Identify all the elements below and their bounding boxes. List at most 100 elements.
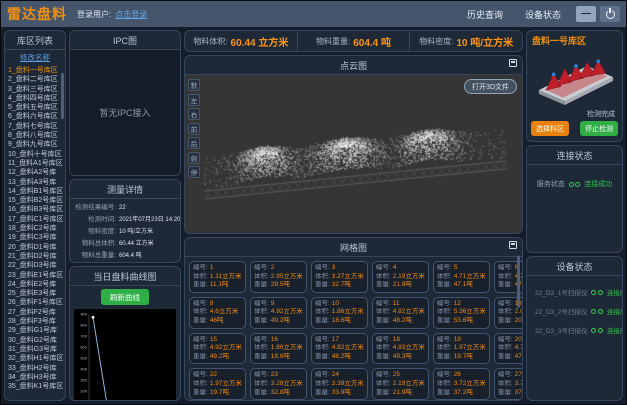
sidebar-item-area[interactable]: 23_盘料E1号库区	[8, 271, 63, 280]
cell-weight-line: 重量:48.2吨	[315, 353, 364, 362]
sidebar-item-area[interactable]: 7_盘料七号库区	[8, 122, 63, 131]
cell-volume-label: 体积:	[498, 273, 513, 280]
cell-volume-label: 体积:	[498, 344, 513, 351]
svg-text:200: 200	[80, 389, 87, 394]
nav-device-status[interactable]: 设备状态	[525, 8, 561, 21]
cell-weight-value: 37.2吨	[515, 389, 522, 396]
cell-volume-line: 体积:4.71立方米	[498, 344, 522, 353]
sidebar-scrollbar[interactable]	[61, 73, 64, 119]
detail-row: 物料总体积: 60.44 立方米	[72, 238, 178, 250]
select-area-button[interactable]: 选择料区	[531, 121, 569, 136]
sidebar-item-area[interactable]: 16_盘料B3号库区	[8, 205, 63, 214]
sidebar-item-area[interactable]: 30_盘料G2号库	[8, 336, 63, 345]
sidebar-item-area[interactable]: 20_盘料D1号库	[8, 243, 63, 252]
right-column: 盘料一号库区	[526, 30, 623, 401]
cell-volume-value: 2.95立方米	[271, 273, 303, 280]
cell-id-value: 18	[393, 336, 400, 343]
sidebar-item-area[interactable]: 6_盘料六号库区	[8, 112, 63, 121]
camera-control-button[interactable]: 后	[188, 137, 200, 149]
cell-volume-label: 体积:	[376, 344, 391, 351]
sidebar-item-area[interactable]: 14_盘料B1号库区	[8, 187, 63, 196]
daily-curve-chart: 01002003004005006007008009002021年07月23日 …	[74, 309, 176, 401]
camera-control-button[interactable]: 前	[188, 123, 200, 135]
sidebar-item-area[interactable]: 28_盘料F3号库	[8, 317, 63, 326]
refresh-curve-button[interactable]: 刷新曲线	[101, 289, 149, 305]
cell-weight-label: 重量:	[376, 281, 391, 288]
sidebar-item-area[interactable]: 9_盘料九号库区	[8, 140, 63, 149]
sidebar-item-area[interactable]: 31_盘料G3号库	[8, 345, 63, 354]
sidebar-item-area[interactable]: 11_盘料A1号库区	[8, 159, 63, 168]
point-cloud-canvas[interactable]	[185, 75, 522, 233]
camera-control-button[interactable]: 俯	[188, 152, 200, 164]
selected-area-title: 盘料一号库区	[527, 31, 622, 48]
cell-volume-value: 4.92立方米	[271, 308, 303, 315]
sidebar-item-area[interactable]: 24_盘料E2号库	[8, 280, 63, 289]
expand-icon[interactable]	[509, 241, 517, 249]
sidebar-item-area[interactable]: 15_盘料B2号库区	[8, 196, 63, 205]
sidebar-item-area[interactable]: 26_盘料F1号库区	[8, 298, 63, 307]
sidebar-item-area[interactable]: 5_盘料五号库区	[8, 103, 63, 112]
stop-detect-button[interactable]: 停止检测	[580, 121, 618, 136]
cell-id-label: 编号:	[498, 300, 513, 307]
cell-id-line: 编号:4	[376, 264, 425, 273]
sidebar-item-area[interactable]: 17_盘料C1号库区	[8, 215, 63, 224]
warehouse-illustration	[532, 53, 618, 105]
sidebar-item-area[interactable]: 25_盘料E3号库	[8, 289, 63, 298]
sidebar-item-area[interactable]: 32_盘料H1号库区	[8, 354, 63, 363]
camera-control-button[interactable]: 右	[188, 108, 200, 120]
area-list-title: 库区列表	[5, 31, 65, 50]
cell-id-line: 编号:27	[498, 371, 522, 380]
sidebar-item-area[interactable]: 18_盘料C2号库	[8, 224, 63, 233]
sidebar-item-area[interactable]: 19_盘料C3号库	[8, 233, 63, 242]
device-status-value: 连接成功	[607, 287, 623, 297]
cell-volume-line: 体积:5.36立方米	[437, 308, 486, 317]
sidebar-item-area[interactable]: 33_盘料H2号库	[8, 364, 63, 373]
stat-label: 物料重量:	[316, 36, 350, 47]
measure-detail-body: 检测结果编号: 22 检测时间: 2021年07月23日 14:20:16 物料…	[70, 199, 180, 263]
sidebar-item-area[interactable]: 21_盘料D2号库	[8, 252, 63, 261]
login-link[interactable]: 点击登录	[115, 9, 147, 20]
camera-control-button[interactable]: 默	[188, 79, 200, 91]
cell-weight-line: 重量:49.2吨	[193, 353, 242, 362]
cell-id-value: 20	[515, 336, 522, 343]
open-3d-file-button[interactable]: 打开3D文件	[464, 79, 517, 94]
expand-icon[interactable]	[509, 59, 517, 67]
cell-weight-value: 19.7吨	[210, 389, 229, 396]
cell-weight-value: 11.1吨	[210, 281, 229, 288]
cell-id-line: 编号:24	[315, 371, 364, 380]
camera-control-button[interactable]: 停	[188, 166, 200, 178]
power-button[interactable]	[600, 6, 620, 22]
sidebar-item-area[interactable]: 8_盘料八号库区	[8, 131, 63, 140]
cell-weight-label: 重量:	[437, 281, 452, 288]
cell-weight-label: 重量:	[193, 281, 208, 288]
sidebar-item-area[interactable]: 10_盘料十号库区	[8, 150, 63, 159]
sidebar-item-area[interactable]: 1_盘料一号库区	[8, 66, 63, 75]
cell-weight-label: 重量:	[315, 389, 330, 396]
cell-weight-value: 33.9吨	[332, 389, 351, 396]
cell-weight-value: 21.9吨	[393, 281, 412, 288]
nav-history-query[interactable]: 历史查询	[467, 8, 503, 21]
cell-volume-label: 体积:	[193, 344, 208, 351]
sidebar-item-area[interactable]: 4_盘料四号库区	[8, 94, 63, 103]
cell-weight-label: 重量:	[376, 353, 391, 360]
camera-control-button[interactable]: 左	[188, 94, 200, 106]
cell-volume-line: 体积:1.97立方米	[437, 344, 486, 353]
svg-text:600: 600	[80, 345, 87, 350]
sidebar-item-area[interactable]: 3_盘料三号库区	[8, 85, 63, 94]
sidebar-item-area[interactable]: 2_盘料二号库区	[8, 75, 63, 84]
sidebar-item-area[interactable]: 22_盘料D3号库	[8, 261, 63, 270]
cell-id-value: 27	[515, 371, 522, 378]
grid-scrollbar[interactable]	[517, 256, 520, 308]
sidebar-item-area[interactable]: 35_盘料K1号库区	[8, 382, 63, 391]
minimize-button[interactable]: —	[576, 6, 596, 22]
sidebar-item-area[interactable]: 13_盘料A3号库	[8, 178, 63, 187]
sidebar-item-area[interactable]: 29_盘料G1号库	[8, 326, 63, 335]
area-list: 1_盘料一号库区 2_盘料二号库区 3_盘料三号库区 4_盘料四号库区 5_盘料…	[5, 66, 65, 400]
cell-id-line: 编号:20	[498, 336, 522, 345]
rename-area-link[interactable]: 修改名称	[5, 50, 65, 66]
cell-volume-value: 1.97立方米	[210, 380, 242, 387]
sidebar-item-area[interactable]: 12_盘料A2号库	[8, 168, 63, 177]
sidebar-item-area[interactable]: 34_盘料H3号库	[8, 373, 63, 382]
device-status-panel: 设备状态 22_D3_1号扫描仪 连接成功 22_D3_2号扫描仪 连	[526, 256, 623, 401]
sidebar-item-area[interactable]: 27_盘料F2号库	[8, 308, 63, 317]
